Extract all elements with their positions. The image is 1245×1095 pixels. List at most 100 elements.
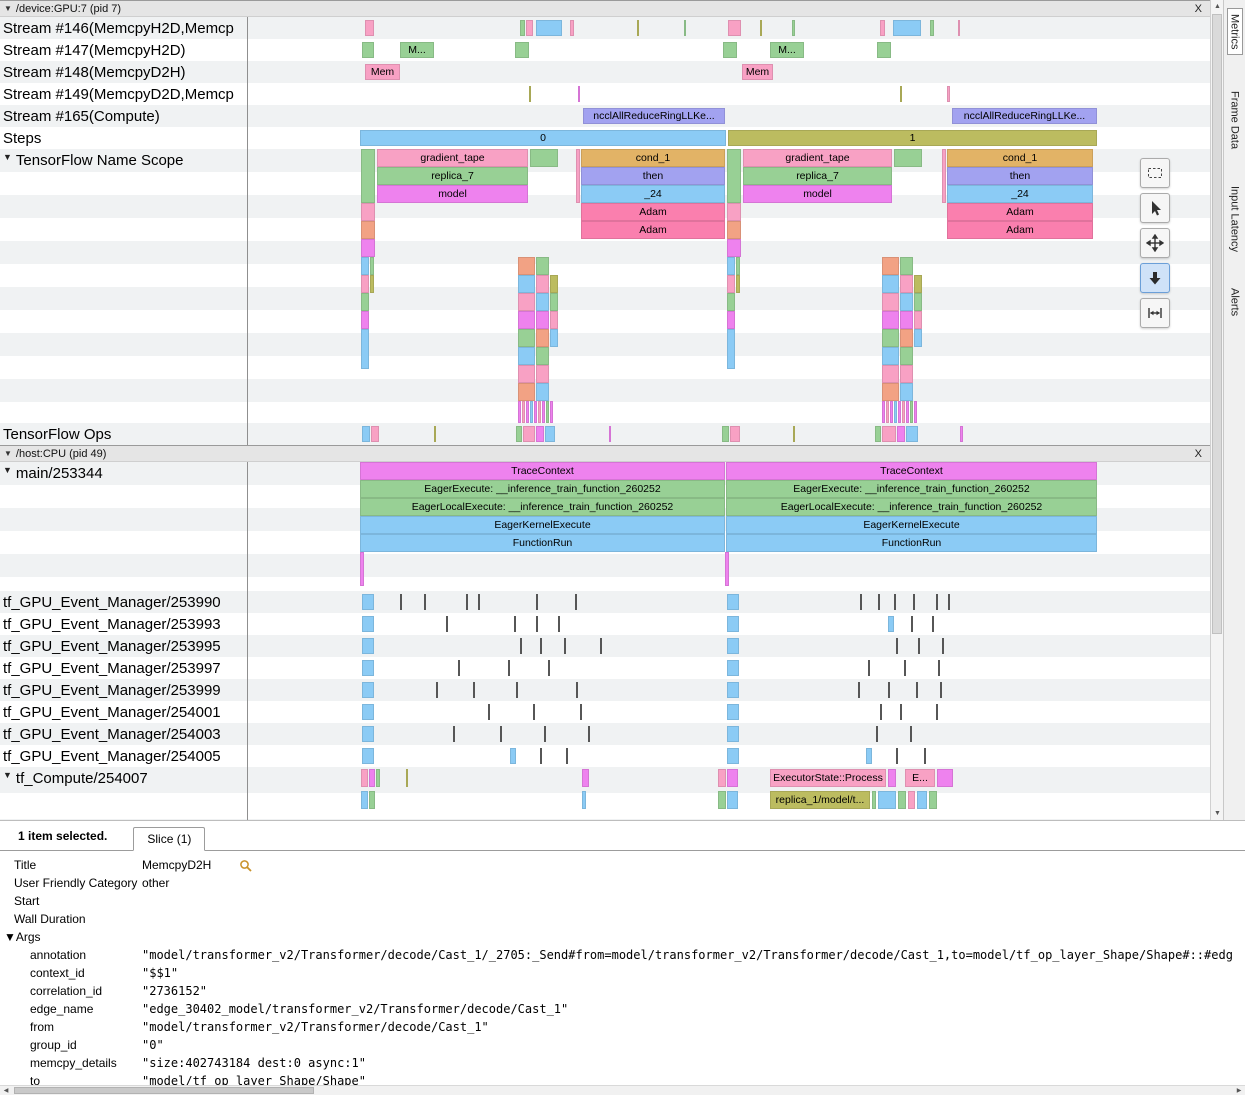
trace-slice[interactable] <box>728 20 741 36</box>
trace-slice[interactable] <box>546 401 549 423</box>
trace-slice[interactable] <box>684 20 686 36</box>
trace-slice[interactable] <box>518 383 535 401</box>
trace-slice[interactable] <box>727 311 735 329</box>
trace-slice[interactable] <box>516 426 522 442</box>
trace-slice[interactable] <box>545 426 555 442</box>
collapse-arrow-icon[interactable]: ▼ <box>4 4 12 13</box>
trace-slice[interactable] <box>727 704 739 720</box>
trace-slice[interactable] <box>924 748 926 764</box>
trace-slice[interactable] <box>910 401 913 423</box>
trace-slice[interactable] <box>424 594 426 610</box>
trace-slice[interactable] <box>893 20 921 36</box>
trace-slice[interactable] <box>760 20 762 36</box>
trace-slice[interactable] <box>882 426 896 442</box>
trace-slice[interactable]: ExecutorState::Process <box>770 769 886 787</box>
trace-slice[interactable] <box>722 426 729 442</box>
trace-slice[interactable] <box>894 594 896 610</box>
trace-slice[interactable] <box>914 293 922 311</box>
trace-slice[interactable]: Adam <box>947 203 1093 221</box>
trace-slice[interactable] <box>960 426 963 442</box>
trace-slice[interactable] <box>518 347 535 365</box>
vertical-scrollbar[interactable]: ▲ ▼ <box>1210 0 1223 820</box>
trace-slice[interactable] <box>362 426 370 442</box>
trace-slice[interactable] <box>520 638 522 654</box>
trace-slice[interactable] <box>718 769 726 787</box>
trace-slice[interactable] <box>872 791 876 809</box>
trace-slice[interactable]: FunctionRun <box>360 534 725 552</box>
trace-slice[interactable]: _24 <box>947 185 1093 203</box>
trace-slice[interactable] <box>609 426 611 442</box>
close-icon[interactable]: X <box>1195 448 1202 460</box>
trace-slice[interactable] <box>860 594 862 610</box>
trace-slice[interactable] <box>369 791 375 809</box>
trace-slice[interactable]: EagerLocalExecute: __inference_train_fun… <box>360 498 725 516</box>
trace-slice[interactable] <box>868 660 870 676</box>
trace-slice[interactable] <box>727 769 738 787</box>
trace-slice[interactable] <box>566 748 568 764</box>
trace-slice[interactable]: replica_7 <box>743 167 892 185</box>
trace-slice[interactable]: E... <box>905 769 935 787</box>
trace-slice[interactable] <box>473 682 475 698</box>
trace-slice[interactable] <box>900 311 913 329</box>
trace-slice[interactable] <box>370 257 374 275</box>
trace-slice[interactable]: 0 <box>360 130 726 146</box>
trace-slice[interactable] <box>727 275 735 293</box>
tab-metrics[interactable]: Metrics <box>1227 8 1243 55</box>
row-label-tf-compute[interactable]: ▼ tf_Compute/254007 <box>0 767 248 820</box>
trace-slice[interactable] <box>888 616 894 632</box>
trace-slice[interactable] <box>916 682 918 698</box>
trace-slice[interactable] <box>727 257 735 275</box>
trace-slice[interactable] <box>536 20 562 36</box>
trace-slice[interactable] <box>882 383 899 401</box>
trace-slice[interactable] <box>361 257 369 275</box>
trace-slice[interactable]: EagerKernelExecute <box>726 516 1097 534</box>
trace-slice[interactable] <box>882 257 899 275</box>
trace-slice[interactable]: then <box>581 167 725 185</box>
trace-slice[interactable] <box>540 638 542 654</box>
trace-slice[interactable]: _24 <box>581 185 725 203</box>
trace-slice[interactable] <box>362 42 374 58</box>
trace-slice[interactable] <box>453 726 455 742</box>
trace-slice[interactable] <box>896 638 898 654</box>
trace-slice[interactable] <box>930 20 934 36</box>
trace-slice[interactable] <box>361 791 368 809</box>
trace-slice[interactable] <box>518 329 535 347</box>
trace-slice[interactable]: cond_1 <box>947 149 1093 167</box>
trace-slice[interactable] <box>727 791 738 809</box>
magnifier-icon[interactable] <box>239 859 252 872</box>
trace-slice[interactable] <box>938 660 940 676</box>
trace-slice[interactable] <box>530 149 558 167</box>
trace-slice[interactable] <box>875 426 881 442</box>
trace-slice[interactable] <box>518 401 521 423</box>
trace-slice[interactable] <box>942 149 946 203</box>
trace-slice[interactable] <box>550 329 558 347</box>
trace-slice[interactable] <box>536 616 538 632</box>
trace-slice[interactable] <box>914 275 922 293</box>
row-label-name-scope[interactable]: ▼ TensorFlow Name Scope <box>0 149 248 423</box>
trace-slice[interactable] <box>736 275 740 293</box>
close-icon[interactable]: X <box>1195 3 1202 15</box>
trace-slice[interactable]: then <box>947 167 1093 185</box>
trace-slice[interactable] <box>536 293 549 311</box>
trace-slice[interactable] <box>793 426 795 442</box>
trace-slice[interactable] <box>361 275 369 293</box>
trace-slice[interactable] <box>542 401 545 423</box>
trace-slice[interactable] <box>727 594 739 610</box>
trace-slice[interactable] <box>882 365 899 383</box>
trace-slice[interactable] <box>361 221 375 239</box>
collapse-arrow-icon[interactable]: ▼ <box>4 449 12 458</box>
collapse-arrow-icon[interactable]: ▼ <box>3 770 12 780</box>
trace-slice[interactable] <box>510 748 516 764</box>
trace-slice[interactable] <box>436 682 438 698</box>
trace-slice[interactable] <box>727 682 739 698</box>
trace-slice[interactable] <box>478 594 480 610</box>
pointer-tool-button[interactable] <box>1140 193 1170 223</box>
trace-slice[interactable] <box>910 726 912 742</box>
trace-slice[interactable] <box>727 221 741 239</box>
trace-slice[interactable] <box>488 704 490 720</box>
trace-slice[interactable] <box>534 401 537 423</box>
trace-slice[interactable] <box>406 769 408 787</box>
trace-slice[interactable] <box>523 426 535 442</box>
trace-slice[interactable] <box>911 616 913 632</box>
trace-slice[interactable]: Adam <box>947 221 1093 239</box>
